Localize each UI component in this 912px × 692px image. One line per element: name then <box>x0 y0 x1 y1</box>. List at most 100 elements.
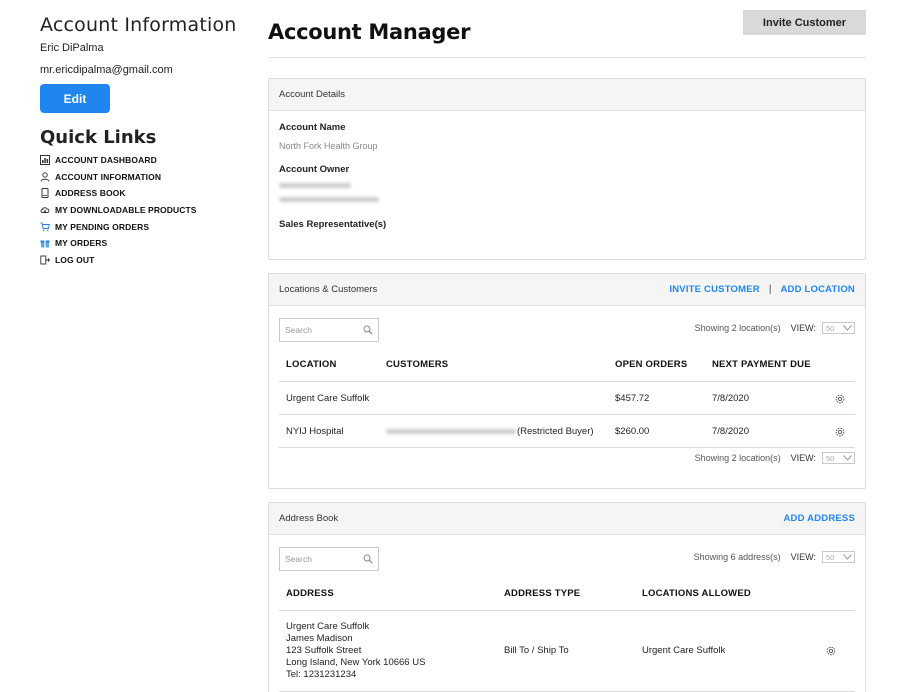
quick-link-address-book[interactable]: ADDRESS BOOK <box>40 185 240 202</box>
edit-button[interactable]: Edit <box>40 84 110 113</box>
invite-customer-link[interactable]: INVITE CUSTOMER <box>669 284 759 295</box>
account-holder-name: Eric DiPalma <box>40 42 104 54</box>
view-label: VIEW: <box>790 323 816 333</box>
column-header-location: LOCATION <box>286 359 337 370</box>
chevron-down-icon <box>843 325 852 331</box>
account-owner-label: Account Owner <box>279 164 350 175</box>
quick-links-heading: Quick Links <box>40 127 157 148</box>
quick-link-label: ACCOUNT INFORMATION <box>55 171 162 182</box>
quick-link-downloadable-products[interactable]: MY DOWNLOADABLE PRODUCTS <box>40 202 240 219</box>
gear-icon[interactable] <box>825 644 837 656</box>
quick-link-label: ACCOUNT DASHBOARD <box>55 155 157 166</box>
account-details-heading: Account Details <box>279 89 346 100</box>
address-line: James Madison <box>286 633 353 644</box>
cloud-download-icon <box>40 205 50 215</box>
chevron-down-icon <box>843 554 852 560</box>
invite-customer-button[interactable]: Invite Customer <box>743 10 866 35</box>
quick-link-label: MY PENDING ORDERS <box>55 221 150 232</box>
add-address-link[interactable]: ADD ADDRESS <box>783 513 855 524</box>
quick-link-account-dashboard[interactable]: ACCOUNT DASHBOARD <box>40 152 240 169</box>
locations-count-text: Showing 2 location(s) <box>694 323 781 333</box>
view-count-value: 50 <box>826 552 835 562</box>
column-header-next-payment: NEXT PAYMENT DUE <box>712 359 811 370</box>
main-content: Account Manager Invite Customer Account … <box>268 10 866 692</box>
dashboard-icon <box>40 155 50 166</box>
account-details-panel: Account Details Account Name North Fork … <box>268 78 866 260</box>
cart-icon <box>40 222 50 232</box>
quick-links-list: ACCOUNT DASHBOARD ACCOUNT INFORMATION AD… <box>40 152 240 268</box>
account-owner-name-redacted <box>279 183 351 188</box>
quick-link-label: MY DOWNLOADABLE PRODUCTS <box>55 205 197 216</box>
link-separator: | <box>768 284 772 295</box>
account-name-label: Account Name <box>279 122 346 133</box>
locations-search <box>279 318 379 342</box>
quick-link-label: LOG OUT <box>55 254 95 265</box>
open-orders-value: $457.72 <box>615 393 650 404</box>
table-row-divider <box>279 414 855 415</box>
view-label: VIEW: <box>790 453 816 463</box>
quick-link-my-orders[interactable]: MY ORDERS <box>40 235 240 252</box>
gift-icon <box>40 238 50 248</box>
account-name-value: North Fork Health Group <box>279 141 378 151</box>
quick-link-log-out[interactable]: LOG OUT <box>40 252 240 269</box>
column-header-customers: CUSTOMERS <box>386 359 449 370</box>
quick-link-pending-orders[interactable]: MY PENDING ORDERS <box>40 218 240 235</box>
table-row-divider <box>279 447 855 448</box>
location-name: Urgent Care Suffolk <box>286 393 370 404</box>
address-line: Long Island, New York 10666 US <box>286 657 426 668</box>
quick-link-label: MY ORDERS <box>55 238 108 249</box>
book-icon <box>40 188 50 199</box>
address-count-text: Showing 6 address(s) <box>693 552 781 562</box>
column-header-address-type: ADDRESS TYPE <box>504 588 581 599</box>
view-label: VIEW: <box>790 552 816 562</box>
address-block: Urgent Care Suffolk James Madison 123 Su… <box>286 621 425 681</box>
locations-showing: Showing 2 location(s) VIEW: 50 <box>695 322 855 334</box>
sidebar: Account Information Eric DiPalma mr.eric… <box>40 14 240 268</box>
view-count-select[interactable]: 50 <box>822 322 855 334</box>
quick-link-account-information[interactable]: ACCOUNT INFORMATION <box>40 169 240 186</box>
view-count-value: 50 <box>826 453 835 463</box>
search-icon[interactable] <box>363 325 373 335</box>
locations-search-input[interactable] <box>285 325 359 335</box>
address-line: Urgent Care Suffolk <box>286 621 370 632</box>
column-header-address: ADDRESS <box>286 588 334 599</box>
add-location-link[interactable]: ADD LOCATION <box>780 284 855 295</box>
address-line: Tel: 1231231234 <box>286 669 357 680</box>
column-header-locations-allowed: LOCATIONS ALLOWED <box>642 588 751 599</box>
locations-header: Locations & Customers INVITE CUSTOMER | … <box>269 274 865 306</box>
customer-email-redacted <box>386 429 516 434</box>
view-count-value: 50 <box>826 323 835 333</box>
quick-link-label: ADDRESS BOOK <box>55 188 126 199</box>
address-line: 123 Suffolk Street <box>286 645 362 656</box>
locations-count-text: Showing 2 location(s) <box>694 453 781 463</box>
title-divider <box>268 57 866 58</box>
customer-role-note: (Restricted Buyer) <box>517 426 594 437</box>
view-count-select[interactable]: 50 <box>822 452 855 464</box>
address-showing: Showing 6 address(s) VIEW: 50 <box>694 551 855 563</box>
next-payment-value: 7/8/2020 <box>712 393 749 404</box>
address-search <box>279 547 379 571</box>
table-divider <box>279 610 855 611</box>
locations-customers-panel: Locations & Customers INVITE CUSTOMER | … <box>268 273 866 489</box>
logout-icon <box>40 255 50 265</box>
gear-icon[interactable] <box>834 425 846 437</box>
address-book-panel: Address Book ADD ADDRESS Showing 6 addre… <box>268 502 866 692</box>
sales-representative-label: Sales Representative(s) <box>279 219 387 230</box>
account-details-header: Account Details <box>269 79 865 111</box>
search-icon[interactable] <box>363 554 373 564</box>
next-payment-value: 7/8/2020 <box>712 426 749 437</box>
locations-heading: Locations & Customers <box>279 284 378 295</box>
locations-showing-bottom: Showing 2 location(s) VIEW: 50 <box>695 452 855 464</box>
user-icon <box>40 172 50 182</box>
gear-icon[interactable] <box>834 392 846 404</box>
open-orders-value: $260.00 <box>615 426 650 437</box>
locations-allowed-value: Urgent Care Suffolk <box>642 645 726 656</box>
column-header-open-orders: OPEN ORDERS <box>615 359 688 370</box>
chevron-down-icon <box>843 455 852 461</box>
address-book-header: Address Book ADD ADDRESS <box>269 503 865 535</box>
address-search-input[interactable] <box>285 554 359 564</box>
address-type-value: Bill To / Ship To <box>504 645 569 656</box>
address-book-heading: Address Book <box>279 513 339 524</box>
view-count-select[interactable]: 50 <box>822 551 855 563</box>
account-owner-email-redacted <box>279 197 379 202</box>
